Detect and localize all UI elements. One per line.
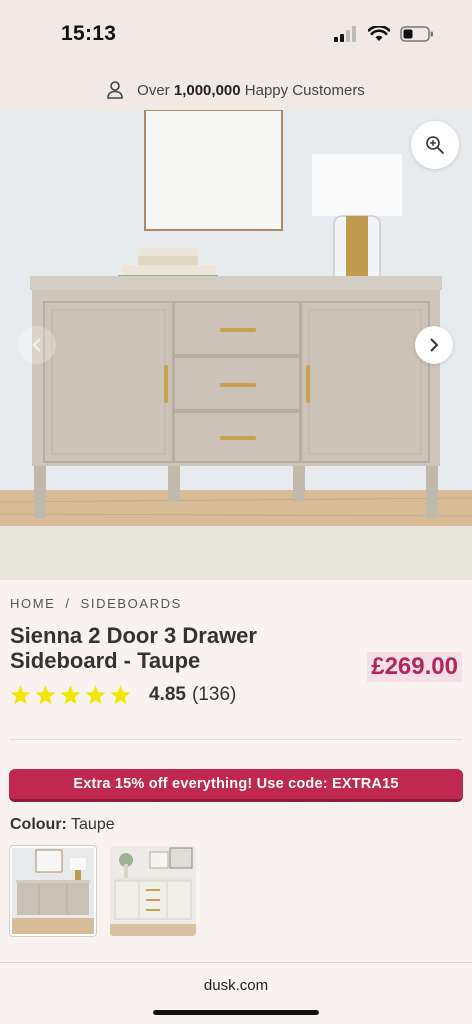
promo-prefix: Over — [137, 81, 170, 99]
url-text[interactable]: dusk.com — [0, 977, 472, 994]
colour-swatch-taupe[interactable] — [9, 845, 97, 937]
zoom-in-icon — [426, 136, 444, 154]
divider — [10, 739, 462, 740]
browser-url-bar[interactable]: dusk.com — [0, 962, 472, 1024]
status-icons — [334, 26, 434, 42]
breadcrumb-category-link[interactable]: SIDEBOARDS — [81, 596, 182, 611]
colour-selector-label: Colour: Taupe — [10, 816, 115, 834]
customers-promo-bar: Over 1,000,000 Happy Customers — [0, 70, 472, 110]
rating-value: 4.85 — [149, 684, 186, 705]
wifi-icon — [368, 26, 390, 41]
colour-label: Colour: — [10, 816, 67, 833]
previous-image-button[interactable] — [18, 326, 56, 364]
star-icon — [10, 685, 31, 705]
review-count[interactable]: (136) — [192, 684, 236, 706]
discount-banner: Extra 15% off everything! Use code: EXTR… — [9, 769, 463, 802]
product-image-gallery[interactable] — [0, 110, 472, 580]
chevron-right-icon — [430, 338, 439, 352]
star-rating — [10, 685, 131, 705]
star-icon — [110, 685, 131, 705]
home-indicator[interactable] — [153, 1010, 319, 1015]
breadcrumb: HOME / SIDEBOARDS — [10, 596, 182, 611]
next-image-button[interactable] — [415, 326, 453, 364]
white-thumbnail — [110, 846, 196, 936]
colour-value: Taupe — [71, 816, 115, 833]
promo-suffix: Happy Customers — [244, 81, 365, 99]
star-icon — [35, 685, 56, 705]
chevron-left-icon — [32, 338, 41, 352]
product-price: £269.00 — [367, 652, 462, 682]
battery-icon — [400, 26, 433, 42]
signal-icon — [334, 26, 356, 42]
star-icon — [85, 685, 106, 705]
zoom-button[interactable] — [411, 121, 459, 169]
breadcrumb-separator: / — [65, 596, 71, 611]
status-time: 15:13 — [61, 22, 117, 45]
colour-swatches — [9, 845, 196, 937]
breadcrumb-home-link[interactable]: HOME — [10, 596, 55, 611]
star-icon — [60, 685, 81, 705]
product-title: Sienna 2 Door 3 Drawer Sideboard - Taupe — [10, 623, 257, 673]
user-icon — [107, 81, 123, 99]
taupe-thumbnail — [12, 848, 94, 934]
product-rating[interactable]: 4.85 (136) — [10, 684, 236, 706]
colour-swatch-white[interactable] — [110, 846, 196, 936]
promo-highlight: 1,000,000 — [173, 81, 241, 99]
product-image — [0, 110, 472, 580]
promo-text: Over 1,000,000 Happy Customers — [137, 82, 365, 99]
status-bar: 15:13 — [0, 0, 472, 70]
